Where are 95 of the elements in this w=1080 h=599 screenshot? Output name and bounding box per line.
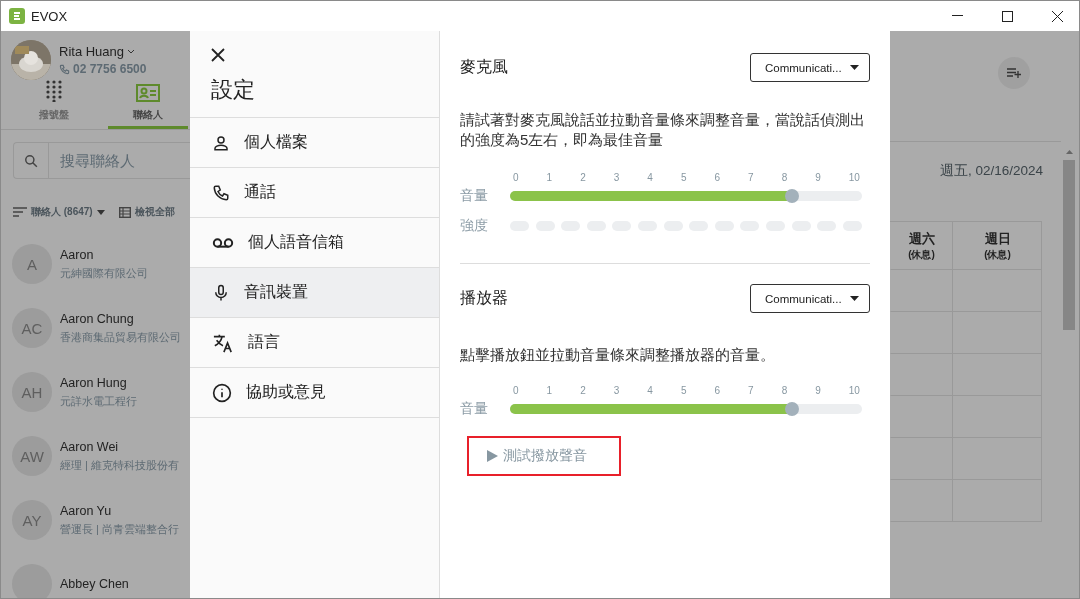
tick-label: 7 [748, 385, 754, 396]
caret-icon [850, 65, 859, 70]
settings-menu-item[interactable]: 個人檔案 [190, 118, 439, 168]
table-icon [118, 206, 131, 218]
settings-menu-item[interactable]: 音訊裝置 [190, 268, 439, 318]
calendar-date: 週五, 02/16/2024 [939, 162, 1043, 180]
volume-label: 音量 [460, 400, 489, 418]
contact-name[interactable]: Aaron Hung [60, 375, 137, 390]
section-description: 點擊播放鈕並拉動音量條來調整播放器的音量。 [460, 345, 776, 365]
phone-icon [59, 63, 70, 75]
contact-company: 元紳國際有限公司 [60, 265, 148, 281]
device-dropdown[interactable]: Communicati... [750, 53, 870, 82]
settings-title: 設定 [190, 65, 439, 118]
chevron-down-icon [127, 49, 136, 54]
tick-label: 10 [848, 385, 860, 396]
tick-label: 0 [513, 172, 519, 183]
volume-slider[interactable] [510, 404, 862, 414]
volume-label: 音量 [460, 187, 489, 205]
person-icon [212, 133, 230, 152]
tick-label: 6 [714, 385, 721, 396]
user-avatar[interactable] [11, 40, 51, 80]
tick-label: 3 [613, 385, 620, 396]
tick-label: 7 [748, 172, 754, 183]
tick-label: 2 [580, 172, 586, 183]
nav-tab[interactable]: 聯絡人 [108, 80, 188, 129]
day-note: (休息) [908, 247, 935, 262]
microphone-icon [212, 282, 230, 303]
contact-name[interactable]: Aaron Yu [60, 503, 179, 518]
close-icon [1051, 10, 1063, 22]
contact-avatar: AW [12, 436, 52, 476]
slider-thumb[interactable] [784, 189, 799, 203]
settings-menu-item[interactable]: 通話 [190, 168, 439, 218]
tick-label: 0 [513, 385, 519, 396]
search-icon [23, 153, 38, 168]
contact-card-icon [136, 84, 160, 102]
settings-menu-item[interactable]: 語言 [190, 318, 439, 368]
caret-icon [96, 209, 105, 215]
day-note: (休息) [984, 247, 1011, 262]
volume-slider[interactable] [510, 191, 862, 201]
tick-label: 6 [714, 172, 721, 183]
tick-label: 3 [613, 172, 620, 183]
tick-label: 8 [781, 172, 788, 183]
section-title: 麥克風 [460, 57, 508, 77]
app-logo-icon [9, 8, 25, 24]
sort-icon [13, 207, 27, 217]
phone-icon [212, 183, 230, 202]
dialpad-icon [46, 80, 62, 102]
tick-label: 4 [647, 172, 653, 183]
contact-company: 經理 | 維克特科技股份有 [60, 457, 179, 473]
contact-company: 元詳水電工程行 [60, 393, 137, 409]
meter-label: 強度 [460, 217, 489, 235]
minimize-icon [951, 15, 963, 17]
window-title: EVOX [31, 8, 69, 24]
tick-label: 9 [815, 385, 821, 396]
user-name[interactable]: Rita Huang [59, 44, 147, 59]
tick-label: 5 [680, 172, 687, 183]
contact-avatar: AC [12, 308, 52, 348]
tick-label: 8 [781, 385, 788, 396]
tick-label: 1 [546, 172, 553, 183]
close-icon [211, 48, 225, 62]
tick-label: 1 [546, 385, 553, 396]
scrollbar-thumb[interactable] [1063, 160, 1075, 330]
maximize-icon [1001, 10, 1013, 22]
search-field[interactable]: 搜尋聯絡人 [13, 142, 190, 179]
contact-avatar: AH [12, 372, 52, 412]
contact-name[interactable]: Aaron Wei [60, 439, 179, 454]
tick-label: 5 [680, 385, 687, 396]
contact-avatar: A [12, 244, 52, 284]
tick-label: 9 [815, 172, 821, 183]
playlist-add-icon [1007, 68, 1021, 78]
tick-label: 10 [848, 172, 860, 183]
info-icon [212, 382, 232, 403]
contact-company: 香港商集品貿易有限公司 [60, 329, 181, 345]
day-header: 週六 [908, 229, 935, 248]
add-list-button[interactable] [998, 57, 1030, 89]
day-header: 週日 [984, 229, 1011, 248]
translate-icon [212, 332, 234, 353]
contact-avatar [12, 564, 52, 598]
tick-label: 4 [647, 385, 653, 396]
contact-avatar: AY [12, 500, 52, 540]
contact-company: 營運長 | 尚青雲端整合行 [60, 521, 179, 537]
voicemail-icon [212, 236, 234, 249]
contact-name[interactable]: Aaron Chung [60, 311, 181, 326]
section-title: 播放器 [460, 288, 508, 308]
contact-name[interactable]: Aaron [60, 247, 148, 262]
device-dropdown[interactable]: Communicati... [750, 284, 870, 313]
slider-thumb[interactable] [784, 402, 799, 416]
section-description: 請試著對麥克風說話並拉動音量條來調整音量，當說話偵測出的強度為5左右，即為最佳音量 [460, 110, 866, 150]
tick-label: 2 [580, 385, 586, 396]
contact-name[interactable]: Abbey Chen [60, 577, 129, 591]
scroll-up-icon[interactable] [1065, 150, 1073, 154]
phone-number: 02 7756 6500 [59, 62, 147, 76]
play-icon [487, 450, 498, 462]
settings-menu-item[interactable]: 協助或意見 [190, 368, 439, 418]
caret-icon [850, 296, 859, 301]
